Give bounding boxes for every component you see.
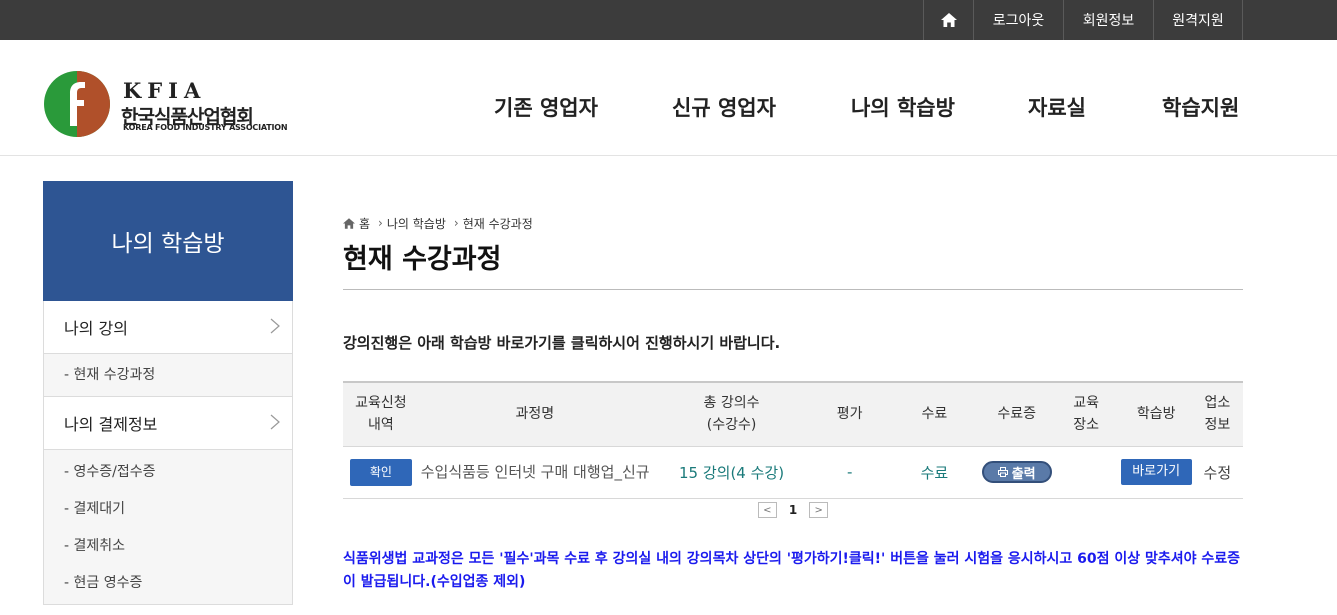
print-label: 출력 (1011, 466, 1036, 482)
sidebar-subitem-cash-receipt[interactable]: - 현금 영수증 (44, 565, 292, 602)
sidebar-item-payment-info[interactable]: 나의 결제정보 (44, 397, 292, 450)
sidebar-subitem-current-course[interactable]: - 현재 수강과정 (44, 354, 292, 396)
logo-name-en: KOREA FOOD INDUSTRY ASSOCIATION (123, 123, 288, 132)
sidebar-title: 나의 학습방 (43, 181, 293, 301)
printer-icon (997, 467, 1008, 477)
pagination-page-current[interactable]: 1 (789, 503, 797, 517)
utility-menu: 로그아웃 회원정보 원격지원 (923, 0, 1243, 40)
certificate-notice: 식품위생법 교과정은 모든 '필수'과목 수료 후 강의실 내의 강의목차 상단… (343, 551, 1241, 590)
sidebar-subitem-label: 결제취소 (73, 538, 126, 554)
sidebar-subitem-payment-cancel[interactable]: - 결제취소 (44, 528, 292, 565)
header-line: (수강수) (706, 417, 757, 434)
sidebar-menu: 나의 강의 - 현재 수강과정 나의 결제정보 - 영수증/접수증 - 결제대기… (43, 301, 293, 605)
chevron-right-icon (270, 414, 280, 430)
apply-cell: 확인 (343, 445, 419, 499)
place-cell (1051, 445, 1121, 499)
sidebar: 나의 학습방 나의 강의 - 현재 수강과정 나의 결제정보 - 영수증/접수증… (43, 181, 293, 605)
go-to-room-button[interactable]: 바로가기 (1120, 459, 1192, 485)
nav-my-learning-room[interactable]: 나의 학습방 (851, 92, 955, 122)
pagination: < 1 > (343, 502, 1243, 518)
home-button[interactable] (924, 0, 974, 40)
member-info-link[interactable]: 회원정보 (1064, 0, 1154, 40)
sidebar-submenu: - 영수증/접수증 - 결제대기 - 결제취소 - 현금 영수증 (44, 450, 292, 605)
col-place-header: 교육장소 (1051, 381, 1121, 446)
col-room-header: 학습방 (1120, 381, 1192, 446)
sidebar-item-my-lectures[interactable]: 나의 강의 (44, 301, 292, 354)
sidebar-subitem-payment-pending[interactable]: - 결제대기 (44, 491, 292, 528)
col-cert-header: 수료증 (981, 381, 1052, 446)
nav-learning-support[interactable]: 학습지원 (1162, 92, 1239, 122)
breadcrumb-separator-icon: › (453, 216, 459, 230)
table-row: 확인 수입식품등 인터넷 구매 대행업_신규 15 강의(4 수강) - 수료 … (343, 445, 1243, 499)
nav-resources[interactable]: 자료실 (1028, 92, 1086, 122)
logout-link[interactable]: 로그아웃 (974, 0, 1064, 40)
col-eval-header: 평가 (812, 381, 888, 446)
course-name-cell: 수입식품등 인터넷 구매 대행업_신규 (418, 445, 651, 499)
sidebar-subitem-label: 현재 수강과정 (73, 367, 156, 383)
pagination-prev-button[interactable]: < (757, 502, 777, 518)
home-icon (940, 13, 957, 27)
header-line: 총 강의수 (703, 395, 760, 412)
col-complete-header: 수료 (887, 381, 982, 446)
sidebar-subitem-label: 결제대기 (73, 501, 126, 517)
main-content: 홈 › 나의 학습방 › 현재 수강과정 현재 수강과정 강의진행은 아래 학습… (343, 210, 1243, 590)
col-course-header: 과정명 (418, 381, 651, 446)
print-certificate-button[interactable]: 출력 (981, 461, 1052, 483)
eval-cell: - (812, 445, 888, 499)
sidebar-submenu: - 현재 수강과정 (44, 354, 292, 397)
course-table: 교육신청내역 과정명 총 강의수 (수강수) 평가 수료 수료증 교육장소 학습방… (343, 381, 1243, 499)
header-line: 교육신청 (355, 395, 407, 412)
biz-cell[interactable]: 수정 (1191, 445, 1243, 499)
sidebar-subitem-label: 영수증/접수증 (73, 464, 156, 480)
room-cell: 바로가기 (1120, 445, 1192, 499)
sidebar-item-label: 나의 결제정보 (64, 415, 158, 434)
sidebar-subitem-receipt[interactable]: - 영수증/접수증 (44, 454, 292, 491)
chevron-right-icon (270, 318, 280, 334)
col-lectures-header: 총 강의수 (수강수) (650, 381, 813, 446)
header-line: 내역 (367, 417, 394, 434)
breadcrumb-separator-icon: › (378, 216, 383, 230)
breadcrumb: 홈 › 나의 학습방 › 현재 수강과정 (343, 210, 1243, 236)
cert-cell: 출력 (981, 445, 1052, 499)
complete-cell: 수료 (887, 445, 982, 499)
header-line: 업소 (1204, 395, 1231, 412)
course-notice: 강의진행은 아래 학습방 바로가기를 클릭하시어 진행하시기 바랍니다. (343, 334, 781, 352)
lectures-cell: 15 강의(4 수강) (650, 445, 813, 499)
header-line: 정보 (1204, 417, 1231, 434)
nav-existing-business[interactable]: 기존 영업자 (494, 92, 598, 122)
sidebar-item-label: 나의 강의 (64, 319, 128, 338)
top-utility-bar: 로그아웃 회원정보 원격지원 (0, 0, 1337, 40)
remote-support-link[interactable]: 원격지원 (1154, 0, 1243, 40)
header-line: 장소 (1073, 417, 1100, 434)
main-navigation: 기존 영업자 신규 영업자 나의 학습방 자료실 학습지원 (0, 92, 1337, 122)
breadcrumb-level2[interactable]: 현재 수강과정 (463, 215, 533, 232)
table-header-row: 교육신청내역 과정명 총 강의수 (수강수) 평가 수료 수료증 교육장소 학습방… (343, 381, 1243, 446)
page-title: 현재 수강과정 (343, 238, 1243, 290)
header-line: 교육 (1073, 395, 1100, 412)
col-biz-header: 업소정보 (1191, 381, 1243, 446)
pagination-next-button[interactable]: > (809, 502, 829, 518)
nav-new-business[interactable]: 신규 영업자 (672, 92, 776, 122)
col-apply-header: 교육신청내역 (343, 381, 419, 446)
sidebar-subitem-label: 현금 영수증 (73, 575, 143, 591)
site-header: KFIA 한국식품산업협회 KOREA FOOD INDUSTRY ASSOCI… (0, 40, 1337, 156)
breadcrumb-level1[interactable]: 나의 학습방 (387, 215, 446, 232)
home-icon[interactable] (343, 217, 355, 229)
confirm-button[interactable]: 확인 (349, 458, 412, 486)
breadcrumb-home[interactable]: 홈 (359, 215, 370, 232)
